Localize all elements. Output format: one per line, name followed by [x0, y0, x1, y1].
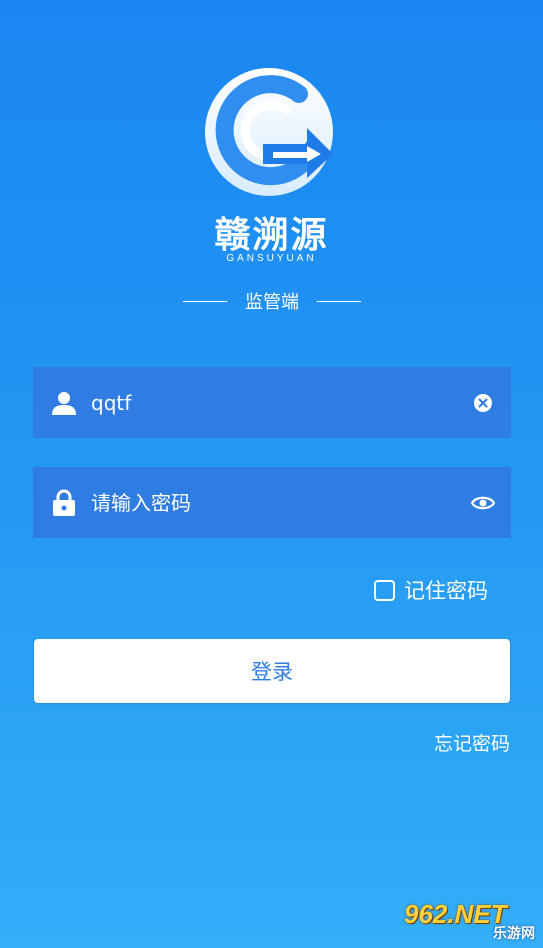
login-button[interactable]: 登录	[34, 639, 510, 703]
watermark-logo: 962.NET 乐游网	[404, 897, 539, 943]
brand-name: 赣溯源	[214, 215, 329, 256]
password-field	[33, 467, 511, 538]
lock-icon	[49, 488, 79, 518]
user-icon	[49, 388, 79, 418]
subtitle: 监管端	[245, 292, 299, 313]
username-input[interactable]	[89, 389, 470, 416]
username-field	[33, 367, 511, 438]
app-logo	[203, 66, 343, 198]
watermark-main: 962.NET	[404, 899, 507, 929]
remember-checkbox[interactable]	[374, 579, 395, 601]
remember-password-toggle[interactable]: 记住密码	[374, 576, 488, 604]
brand-pinyin: GANSUYUAN	[226, 253, 317, 264]
watermark-sub: 乐游网	[493, 926, 535, 942]
clear-icon[interactable]	[470, 390, 496, 416]
forgot-password-link[interactable]: 忘记密码	[434, 729, 510, 756]
eye-icon[interactable]	[470, 490, 496, 516]
subtitle-divider-left	[183, 300, 227, 302]
g-arrow-logo-icon	[205, 68, 333, 196]
subtitle-row: 监管端	[183, 290, 361, 313]
subtitle-divider-right	[317, 300, 361, 302]
remember-label: 记住密码	[404, 579, 488, 603]
password-input[interactable]	[89, 489, 470, 516]
